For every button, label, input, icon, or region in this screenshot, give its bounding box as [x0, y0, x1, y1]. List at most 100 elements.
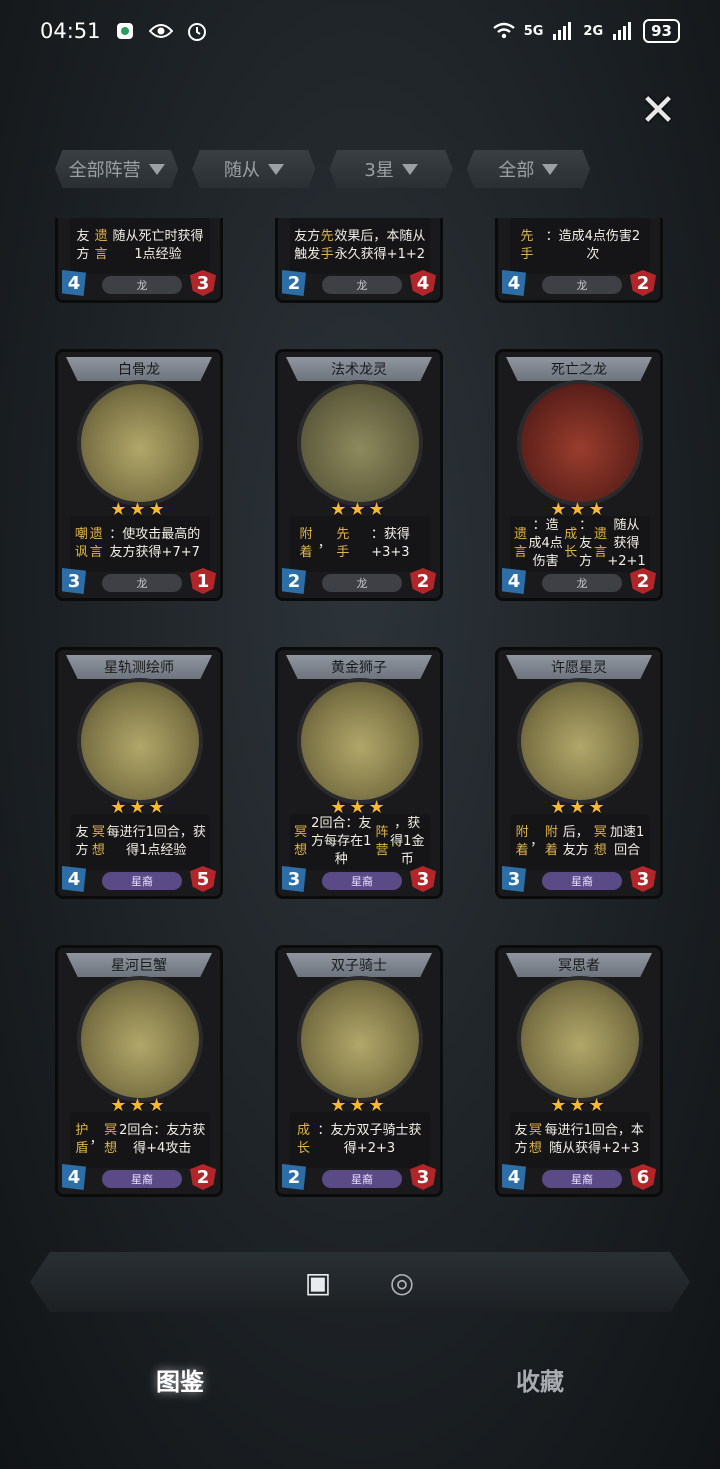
health-value: 5: [190, 866, 216, 892]
dropdown-arrow-icon: [401, 163, 418, 175]
tribe-filter[interactable]: 全部: [466, 150, 590, 188]
cards-icon[interactable]: ▣: [300, 1264, 336, 1300]
card-name: 许愿星灵: [506, 655, 652, 679]
health-value: 3: [410, 866, 436, 892]
health-value: 6: [630, 1164, 656, 1190]
card-name: 冥思者: [506, 953, 652, 977]
minion-card[interactable]: 许愿星灵 ★★★ 附着，附着 后，友方 冥想 加速1回合 3 星裔 3: [495, 647, 663, 899]
view-switcher: ▣ ◎: [30, 1252, 690, 1312]
card-art: [517, 380, 643, 506]
wifi-icon: [492, 19, 516, 43]
attack-value: 4: [62, 270, 86, 296]
card-name: 死亡之龙: [506, 357, 652, 381]
card-art: [297, 976, 423, 1102]
attack-value: 2: [282, 270, 306, 296]
tribe-badge: 星裔: [102, 872, 182, 890]
card-description: 友方触发 先手 效果后，本随从永久获得+1+2: [290, 218, 430, 274]
card-description: 嘲讽 遗言 ：使攻击最高的友方获得+7+7: [70, 516, 210, 572]
card-description: 附着，附着 后，友方 冥想 加速1回合: [510, 814, 650, 870]
health-value: 2: [630, 270, 656, 296]
tab-codex[interactable]: 图鉴: [0, 1344, 360, 1414]
minion-card[interactable]: 死亡之龙 ★★★ 遗言 ：造成4点伤害 成长 ：友方 遗言 随从获得+2+1 4 龙 2: [495, 349, 663, 601]
card-name: 法术龙灵: [286, 357, 432, 381]
dropdown-arrow-icon: [267, 163, 284, 175]
minion-card[interactable]: 冥思者 ★★★ 友方 冥想 每进行1回合，本随从获得+2+3 4 星裔 6: [495, 945, 663, 1197]
filter-bar: 全部阵营 随从 3星 全部: [55, 150, 590, 188]
card-description: 护盾，冥想 2回合：友方获得+4攻击: [70, 1112, 210, 1168]
tribe-badge: 龙: [322, 574, 402, 592]
tab-collection[interactable]: 收藏: [360, 1344, 720, 1414]
card-name: 黄金狮子: [286, 655, 432, 679]
tribe-badge: 龙: [102, 276, 182, 294]
tribe-badge: 龙: [322, 276, 402, 294]
attack-value: 4: [62, 1164, 86, 1190]
network-5g-label: 5G: [523, 23, 544, 39]
card-art: [517, 678, 643, 804]
clock: 04:51: [40, 19, 101, 43]
card-art: [297, 678, 423, 804]
card-grid: ★★★友方遗言随从死亡时获得1点经验4龙3 ★★★友方触发先手效果后，本随从永久获…: [55, 218, 663, 1197]
faction-filter[interactable]: 全部阵营: [55, 150, 179, 188]
star-filter[interactable]: 3星: [329, 150, 453, 188]
attack-value: 4: [502, 270, 526, 296]
type-filter[interactable]: 随从: [192, 150, 316, 188]
health-value: 1: [190, 568, 216, 594]
minion-card[interactable]: 星轨测绘师 ★★★ 友方 冥想 每进行1回合，获得1点经验 4 星裔 5: [55, 647, 223, 899]
filter-label: 全部阵营: [68, 160, 141, 181]
eye-icon: [148, 19, 173, 43]
attack-value: 3: [502, 866, 526, 892]
shield-icon: [113, 19, 137, 43]
card-art: [297, 380, 423, 506]
minion-card[interactable]: ★★★先手：造成4点伤害2次4龙2: [495, 218, 663, 303]
signal-icon: [551, 19, 575, 43]
health-value: 3: [410, 1164, 436, 1190]
card-description: 友方 遗言 随从死亡时获得1点经验: [70, 218, 210, 274]
health-value: 2: [630, 568, 656, 594]
health-value: 3: [630, 866, 656, 892]
attack-value: 3: [62, 568, 86, 594]
dropdown-arrow-icon: [148, 163, 165, 175]
minion-card[interactable]: ★★★友方遗言随从死亡时获得1点经验4龙3: [55, 218, 223, 303]
health-value: 3: [190, 270, 216, 296]
tribe-badge: 星裔: [322, 872, 402, 890]
card-art: [77, 976, 203, 1102]
card-name: 星河巨蟹: [66, 953, 212, 977]
tribe-badge: 星裔: [102, 1170, 182, 1188]
card-description: 先手 ：造成4点伤害2次: [510, 218, 650, 274]
bottom-nav: 图鉴 收藏: [0, 1344, 720, 1414]
minion-card[interactable]: ★★★友方触发先手效果后，本随从永久获得+1+22龙4: [275, 218, 443, 303]
tribe-badge: 星裔: [542, 1170, 622, 1188]
network-2g-label: 2G: [583, 23, 604, 39]
card-description: 冥想 2回合：友方每存在1种 阵营 ，获得1金币: [290, 814, 430, 870]
tribe-badge: 星裔: [322, 1170, 402, 1188]
attack-value: 4: [502, 568, 526, 594]
battery-level: 93: [643, 19, 680, 43]
card-art: [517, 976, 643, 1102]
filter-label: 3星: [364, 160, 394, 181]
card-art: [77, 380, 203, 506]
attack-value: 2: [282, 1164, 306, 1190]
minion-card[interactable]: 白骨龙 ★★★ 嘲讽 遗言 ：使攻击最高的友方获得+7+7 3 龙 1: [55, 349, 223, 601]
tribe-badge: 龙: [542, 276, 622, 294]
hero-icon[interactable]: ◎: [384, 1264, 420, 1300]
attack-value: 4: [502, 1164, 526, 1190]
health-value: 4: [410, 270, 436, 296]
card-description: 附着，先手 ：获得+3+3: [290, 516, 430, 572]
health-value: 2: [410, 568, 436, 594]
health-value: 2: [190, 1164, 216, 1190]
minion-card[interactable]: 黄金狮子 ★★★ 冥想 2回合：友方每存在1种 阵营 ，获得1金币 3 星裔 3: [275, 647, 443, 899]
card-list[interactable]: ★★★友方遗言随从死亡时获得1点经验4龙3 ★★★友方触发先手效果后，本随从永久获…: [0, 218, 720, 1238]
minion-card[interactable]: 法术龙灵 ★★★ 附着，先手 ：获得+3+3 2 龙 2: [275, 349, 443, 601]
tribe-badge: 龙: [542, 574, 622, 592]
card-name: 星轨测绘师: [66, 655, 212, 679]
minion-card[interactable]: 星河巨蟹 ★★★ 护盾，冥想 2回合：友方获得+4攻击 4 星裔 2: [55, 945, 223, 1197]
close-icon[interactable]: ✕: [636, 85, 680, 136]
alarm-icon: [185, 19, 209, 43]
card-description: 遗言 ：造成4点伤害 成长 ：友方 遗言 随从获得+2+1: [510, 516, 650, 572]
minion-card[interactable]: 双子骑士 ★★★ 成长 ：友方双子骑士获得+2+3 2 星裔 3: [275, 945, 443, 1197]
attack-value: 4: [62, 866, 86, 892]
dropdown-arrow-icon: [542, 163, 559, 175]
filter-label: 全部: [498, 160, 535, 181]
signal-icon: [611, 19, 635, 43]
status-bar: 04:51 5G 2G 93: [0, 0, 720, 62]
